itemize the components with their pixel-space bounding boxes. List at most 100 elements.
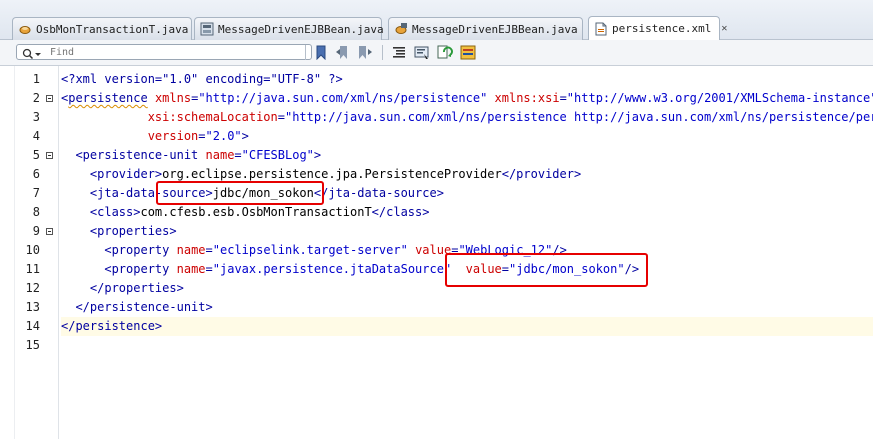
- previous-bookmark-icon[interactable]: [335, 44, 351, 61]
- code-line-15[interactable]: [61, 336, 873, 355]
- attribute-name: version: [147, 129, 199, 143]
- editor-toolbar: [0, 40, 873, 66]
- tab-label: persistence.xml: [612, 22, 712, 35]
- attribute-name: name: [176, 243, 206, 257]
- toolbar-separator: [305, 45, 306, 60]
- tag-name: <property: [104, 262, 170, 276]
- editor-left-margin: [0, 66, 15, 439]
- tag-bracket: >: [313, 148, 322, 162]
- ejb-bean-icon: [200, 22, 214, 36]
- close-icon[interactable]: ✕: [721, 23, 727, 34]
- attribute-value: "http://java.sun.com/xml/ns/persistence": [198, 91, 488, 105]
- equals: =: [198, 129, 206, 143]
- code-line-14[interactable]: </persistence>: [61, 317, 873, 336]
- ejb-bean-icon: [394, 22, 408, 36]
- line-number: 8: [32, 205, 40, 219]
- attribute-name: xmlns: [154, 91, 192, 105]
- line-number: 1: [32, 72, 40, 86]
- line-number: 6: [32, 167, 40, 181]
- tag-name: <persistence-unit: [75, 148, 199, 162]
- xml-declaration: <?xml version="1.0" encoding="UTF-8" ?>: [61, 72, 343, 86]
- code-line-13[interactable]: </persistence-unit>: [61, 298, 873, 317]
- equals: =: [559, 91, 567, 105]
- line-number: 15: [25, 338, 40, 352]
- equals: =: [205, 243, 213, 257]
- equals: =: [277, 110, 285, 124]
- attribute-value: "eclipselink.target-server": [212, 243, 408, 257]
- element-text: org.eclipse.persistence.jpa.PersistenceP…: [162, 167, 502, 181]
- tag-bracket: >: [241, 129, 249, 143]
- tag-name: <property: [104, 243, 170, 257]
- code-line-2[interactable]: <persistence xmlns="http://java.sun.com/…: [61, 89, 873, 108]
- tag-name: </persistence>: [61, 319, 163, 333]
- attribute-value: "http://www.w3.org/2001/XMLSchema-instan…: [566, 91, 873, 105]
- attribute-value: "javax.persistence.jtaDataSource": [212, 262, 452, 276]
- tab-messagedrivenejbbean-java-2[interactable]: MessageDrivenEJBBean.java: [388, 17, 583, 40]
- find-box[interactable]: [16, 44, 312, 60]
- tab-label: OsbMonTransactionT.java: [36, 22, 189, 36]
- element-text: com.cfesb.esb.OsbMonTransactionT: [140, 205, 372, 219]
- fold-toggle-icon[interactable]: [46, 152, 53, 159]
- tag-name: </properties>: [89, 281, 184, 295]
- code-line-4[interactable]: version="2.0">: [61, 127, 873, 146]
- line-number: 10: [25, 243, 40, 257]
- bookmark-icon[interactable]: [313, 44, 329, 61]
- code-line-9[interactable]: <properties>: [61, 222, 873, 241]
- line-number: 4: [32, 129, 40, 143]
- attribute-value: "CFESBLog": [241, 148, 314, 162]
- next-bookmark-icon[interactable]: [357, 44, 373, 61]
- attribute-value: "http://java.sun.com/xml/ns/persistence …: [284, 110, 873, 124]
- attribute-name: xmlns:xsi: [494, 91, 560, 105]
- tab-messagedrivenejbbean-java-1[interactable]: MessageDrivenEJBBean.java: [194, 17, 384, 40]
- find-input[interactable]: [50, 45, 305, 59]
- fold-toggle-icon[interactable]: [46, 228, 53, 235]
- line-number: 2: [32, 91, 40, 105]
- tab-label: MessageDrivenEJBBean.java: [412, 22, 578, 36]
- line-number: 5: [32, 148, 40, 162]
- line-number: 11: [25, 262, 40, 276]
- line-number: 12: [25, 281, 40, 295]
- code-line-3[interactable]: xsi:schemaLocation="http://java.sun.com/…: [61, 108, 873, 127]
- equals: =: [234, 148, 242, 162]
- tag-name: <properties>: [89, 224, 177, 238]
- attribute-name: name: [205, 148, 235, 162]
- tab-label: MessageDrivenEJBBean.java: [218, 22, 384, 36]
- equals: =: [205, 262, 213, 276]
- palette-icon[interactable]: [460, 44, 476, 61]
- tag-name: </provider>: [501, 167, 582, 181]
- refresh-icon[interactable]: [437, 44, 453, 61]
- indent-icon[interactable]: [391, 44, 407, 61]
- code-line-5[interactable]: <persistence-unit name="CFESBLog">: [61, 146, 873, 165]
- xml-file-icon: [594, 22, 608, 36]
- attribute-name: name: [176, 262, 206, 276]
- tab-osbmontransactiont-java[interactable]: OsbMonTransactionT.java: [12, 17, 192, 40]
- code-line-1[interactable]: <?xml version="1.0" encoding="UTF-8" ?>: [61, 70, 873, 89]
- comment-icon[interactable]: [414, 44, 430, 61]
- tag-name: <class>: [89, 205, 141, 219]
- tag-name: </class>: [371, 205, 430, 219]
- tab-persistence-xml[interactable]: persistence.xml ✕: [588, 16, 727, 40]
- line-number: 13: [25, 300, 40, 314]
- search-icon[interactable]: [21, 46, 43, 60]
- highlight-box-jta-datasource-value: [445, 253, 648, 287]
- tag-name: </persistence-unit>: [75, 300, 213, 314]
- tag-name: <provider>: [89, 167, 163, 181]
- line-number: 3: [32, 110, 40, 124]
- line-number: 7: [32, 186, 40, 200]
- attribute-value: "2.0": [205, 129, 242, 143]
- tag-name: persistence: [68, 91, 148, 105]
- code-line-8[interactable]: <class>com.cfesb.esb.OsbMonTransactionT<…: [61, 203, 873, 222]
- java-class-icon: [18, 22, 32, 36]
- toolbar-separator: [382, 45, 383, 60]
- line-number: 14: [25, 319, 40, 333]
- line-number: 9: [32, 224, 40, 238]
- fold-toggle-icon[interactable]: [46, 95, 53, 102]
- highlight-box-jta-data-source: [156, 181, 324, 205]
- attribute-name: xsi:schemaLocation: [147, 110, 278, 124]
